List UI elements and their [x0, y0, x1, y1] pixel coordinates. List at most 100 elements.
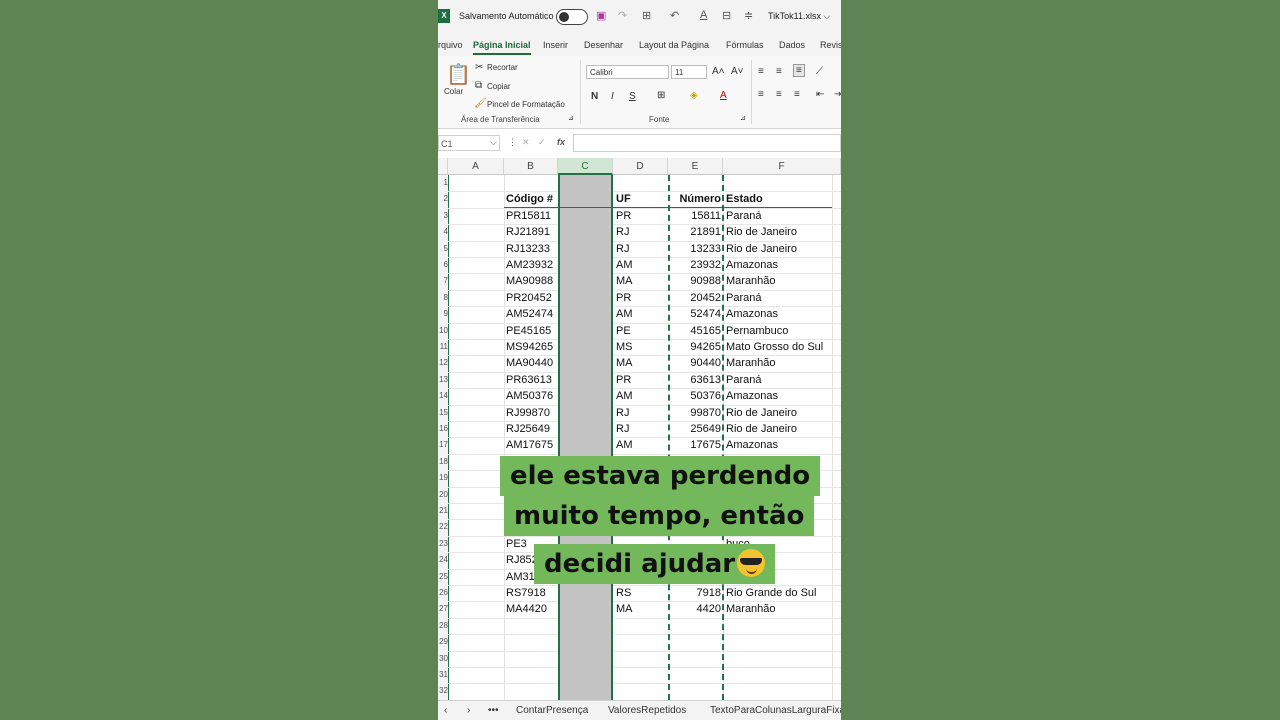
tab-inserir[interactable]: Inserir — [543, 40, 568, 50]
format-painter-label[interactable]: Pincel de Formatação — [487, 100, 565, 109]
number-cell[interactable]: 99870 — [668, 405, 721, 421]
more-sheets-icon[interactable]: ••• — [488, 705, 499, 716]
state-cell[interactable]: Maranhão — [726, 355, 832, 371]
state-cell[interactable]: Rio de Janeiro — [726, 224, 832, 240]
state-cell[interactable]: Rio Grande do Sul — [726, 585, 832, 601]
row-header[interactable]: 17 — [438, 437, 448, 454]
more-icon[interactable]: ⋮ — [508, 137, 517, 148]
align-middle-icon[interactable]: ≡ — [776, 66, 782, 77]
next-sheet-icon[interactable]: › — [467, 705, 470, 716]
code-cell[interactable]: MA4420 — [506, 601, 558, 617]
row-header[interactable]: 23 — [438, 535, 448, 553]
file-name[interactable]: TikTok11.xlsx ⌵ — [768, 11, 830, 22]
number-cell[interactable]: 25649 — [668, 421, 721, 437]
row-header[interactable]: 25 — [438, 568, 448, 585]
font-size-box[interactable]: 11 — [671, 65, 707, 79]
code-cell[interactable]: RJ13233 — [506, 241, 558, 257]
increase-font-icon[interactable]: A˄ — [712, 66, 725, 77]
row-header[interactable]: 19 — [438, 470, 448, 487]
formula-input[interactable] — [573, 134, 841, 152]
number-cell[interactable]: 90988 — [668, 273, 721, 289]
row-header[interactable]: 22 — [438, 519, 448, 536]
number-cell[interactable]: 7918 — [668, 585, 721, 601]
decrease-indent-icon[interactable]: ⇤ — [816, 89, 824, 100]
tab-desenhar[interactable]: Desenhar — [584, 40, 623, 50]
tab-pagina-inicial[interactable]: Página Inicial — [473, 40, 531, 55]
row-header[interactable]: 26 — [438, 585, 448, 602]
font-color-button-icon[interactable]: A — [720, 90, 727, 101]
code-cell[interactable]: MA90440 — [506, 355, 558, 371]
uf-cell[interactable]: MA — [616, 355, 666, 371]
row-header[interactable]: 21 — [438, 503, 448, 520]
scissors-icon[interactable]: ✂ — [475, 62, 483, 73]
insert-function-icon[interactable]: fx — [557, 137, 565, 147]
state-cell[interactable]: Rio de Janeiro — [726, 405, 832, 421]
row-header[interactable]: 4 — [438, 224, 448, 241]
autosave-toggle[interactable] — [556, 9, 588, 25]
code-cell[interactable]: MS94265 — [506, 339, 558, 355]
select-all-corner[interactable] — [438, 158, 448, 175]
row-header[interactable]: 7 — [438, 273, 448, 290]
uf-cell[interactable]: AM — [616, 437, 666, 453]
uf-cell[interactable]: PR — [616, 372, 666, 388]
state-cell[interactable]: Rio de Janeiro — [726, 421, 832, 437]
code-cell[interactable]: RS7918 — [506, 585, 558, 601]
uf-cell[interactable]: RS — [616, 585, 666, 601]
column-title[interactable]: Estado — [726, 191, 832, 207]
number-cell[interactable]: 4420 — [668, 601, 721, 617]
code-cell[interactable]: RJ25649 — [506, 421, 558, 437]
number-cell[interactable]: 20452 — [668, 290, 721, 306]
number-cell[interactable]: 45165 — [668, 323, 721, 339]
table-format-icon[interactable]: ⊞ — [642, 9, 651, 22]
name-box-dropdown-icon[interactable]: ⌵ — [490, 137, 497, 148]
borders-icon[interactable]: ⊟ — [722, 9, 731, 22]
uf-cell[interactable]: AM — [616, 306, 666, 322]
row-header[interactable]: 15 — [438, 404, 448, 421]
code-cell[interactable]: AM17675 — [506, 437, 558, 453]
align-left-icon[interactable]: ≡ — [758, 89, 764, 100]
state-cell[interactable]: Amazonas — [726, 388, 832, 404]
paste-label[interactable]: Colar — [444, 87, 463, 96]
row-header[interactable]: 29 — [438, 634, 448, 651]
state-cell[interactable]: Rio de Janeiro — [726, 241, 832, 257]
row-header[interactable]: 18 — [438, 453, 448, 471]
number-cell[interactable]: 15811 — [668, 208, 721, 224]
row-header[interactable]: 6 — [438, 257, 448, 274]
tab-dados[interactable]: Dados — [779, 40, 805, 50]
tab-revisao[interactable]: Revis — [820, 40, 841, 50]
state-cell[interactable]: Amazonas — [726, 257, 832, 273]
uf-cell[interactable]: RJ — [616, 421, 666, 437]
row-header[interactable]: 11 — [438, 339, 448, 356]
row-header[interactable]: 24 — [438, 552, 448, 569]
code-cell[interactable]: PR20452 — [506, 290, 558, 306]
code-cell[interactable]: MA90988 — [506, 273, 558, 289]
row-header[interactable]: 31 — [438, 667, 448, 684]
state-cell[interactable]: Maranhão — [726, 273, 832, 289]
increase-indent-icon[interactable]: ⇥ — [834, 89, 841, 100]
align-center-icon[interactable]: ≡ — [776, 89, 782, 100]
uf-cell[interactable]: PE — [616, 323, 666, 339]
copy-icon[interactable]: ⧉ — [475, 80, 482, 91]
uf-cell[interactable]: RJ — [616, 224, 666, 240]
uf-cell[interactable]: MS — [616, 339, 666, 355]
state-cell[interactable]: Amazonas — [726, 437, 832, 453]
align-bottom-icon[interactable]: ≡ — [793, 64, 805, 77]
tab-formulas[interactable]: Fórmulas — [726, 40, 764, 50]
state-cell[interactable]: Mato Grosso do Sul — [726, 339, 832, 355]
column-title[interactable]: UF — [616, 191, 666, 207]
row-header[interactable]: 1 — [438, 175, 448, 192]
code-cell[interactable]: AM23932 — [506, 257, 558, 273]
font-color-icon[interactable]: A — [700, 9, 707, 21]
state-cell[interactable]: Maranhão — [726, 601, 832, 617]
row-header[interactable]: 8 — [438, 289, 448, 307]
column-header-a[interactable]: A — [448, 158, 504, 175]
uf-cell[interactable]: AM — [616, 388, 666, 404]
uf-cell[interactable]: PR — [616, 290, 666, 306]
number-cell[interactable]: 50376 — [668, 388, 721, 404]
number-cell[interactable]: 90440 — [668, 355, 721, 371]
align-right-icon[interactable]: ≡ — [794, 89, 800, 100]
column-header-f[interactable]: F — [723, 158, 841, 175]
column-title[interactable]: Código # — [506, 191, 558, 207]
number-cell[interactable]: 52474 — [668, 306, 721, 322]
row-header[interactable]: 30 — [438, 650, 448, 667]
